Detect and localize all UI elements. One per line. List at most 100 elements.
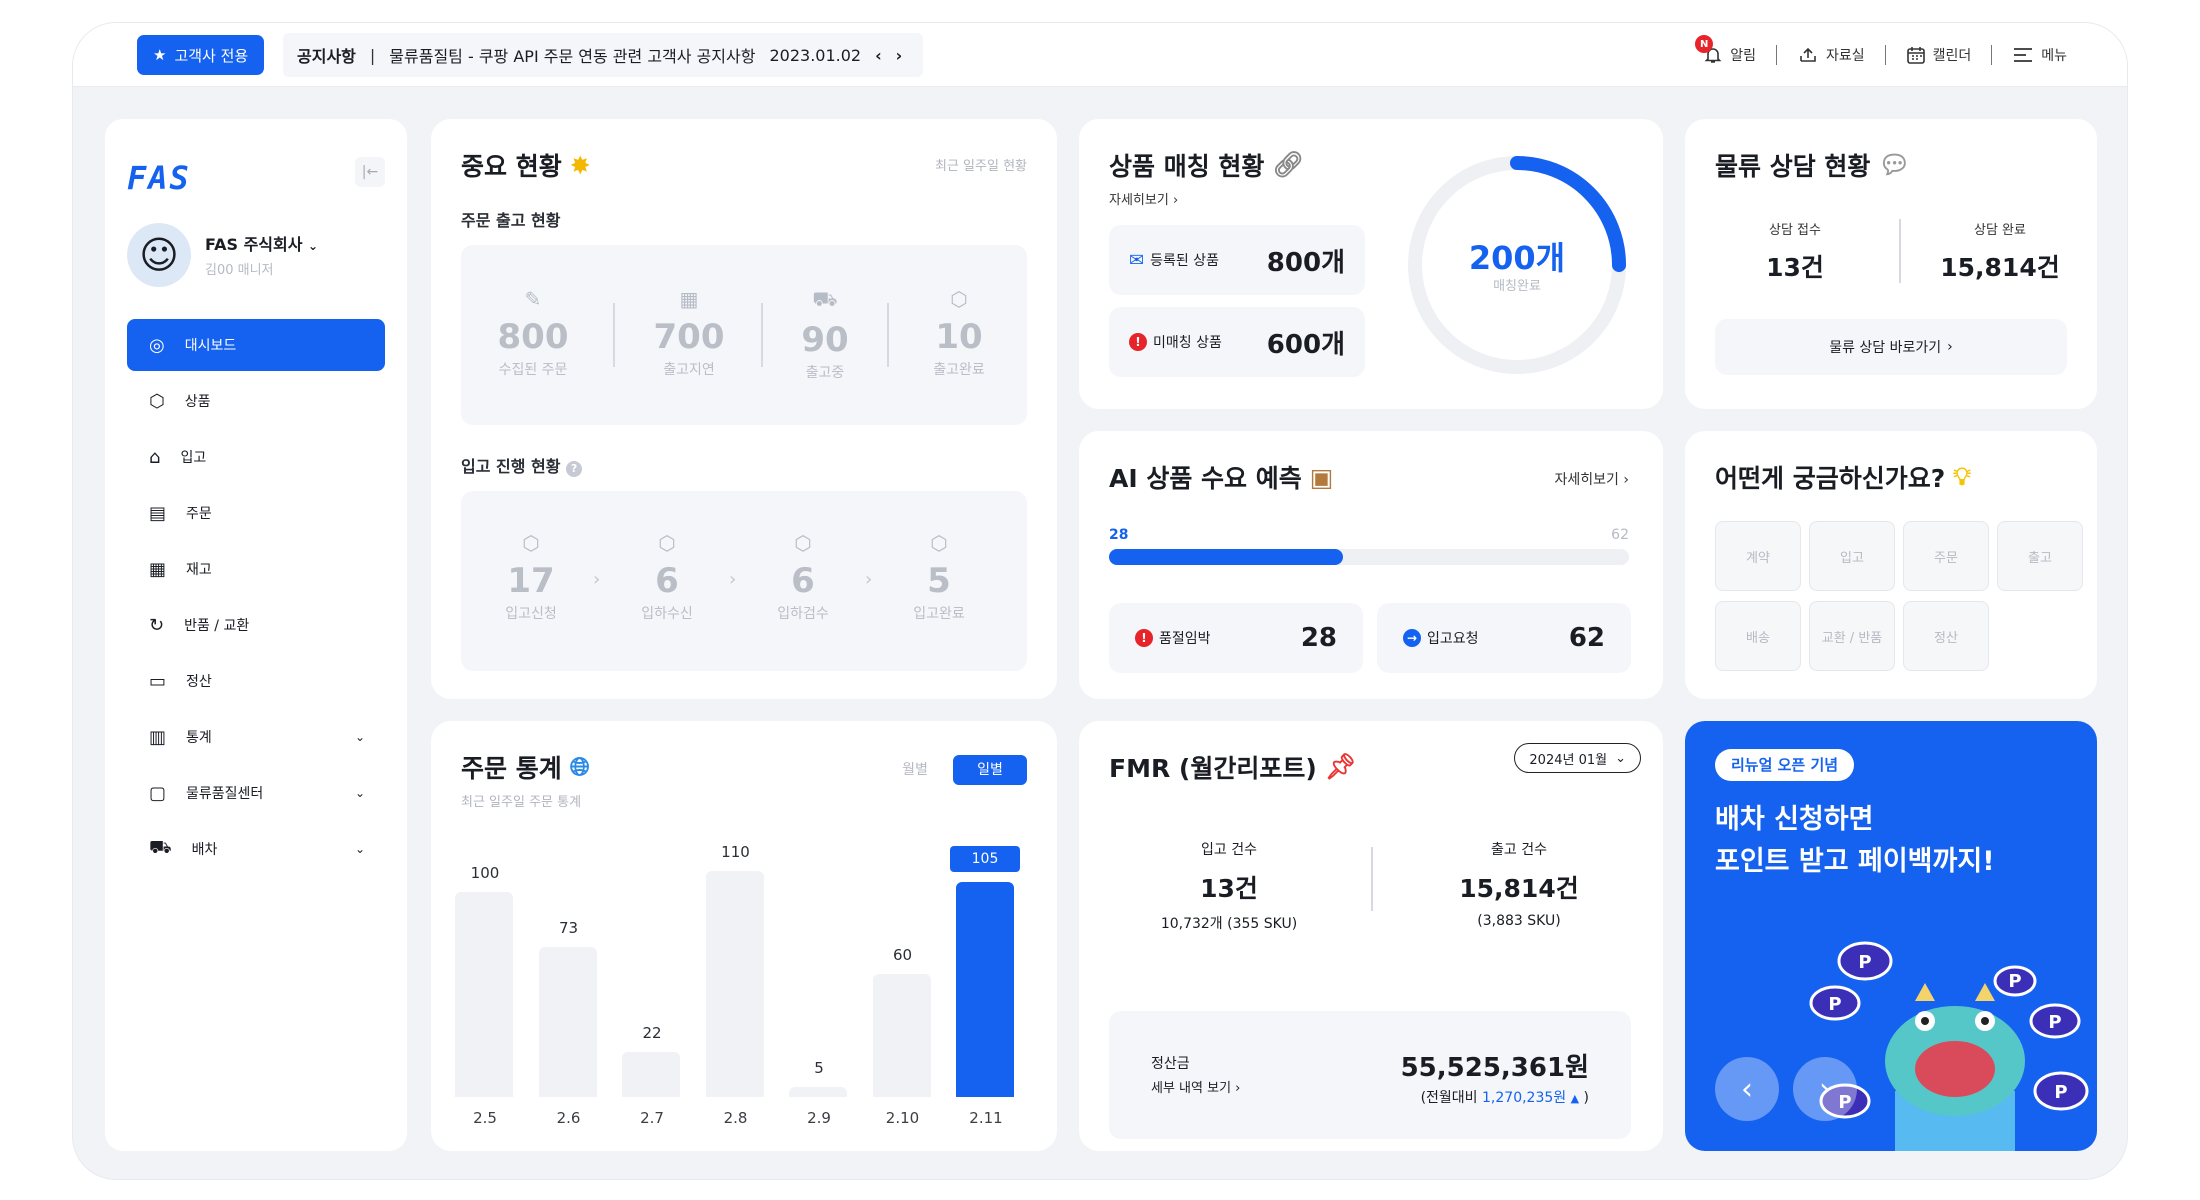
sidebar-item-products[interactable]: ⬡ 상품 bbox=[127, 375, 385, 427]
faq-button-settlement[interactable]: 정산 bbox=[1903, 601, 1989, 671]
consult-received: 상담 접수 13건 bbox=[1766, 223, 1824, 282]
chart-bar[interactable] bbox=[622, 1051, 680, 1097]
ai-bar-left: 28 bbox=[1109, 527, 1129, 543]
sidebar-item-label: 통계 bbox=[186, 730, 212, 746]
unmatched-products[interactable]: ! 미매칭 상품 600개 bbox=[1109, 307, 1365, 377]
chat-icon: ▢ bbox=[149, 782, 167, 804]
matching-detail-link[interactable]: 자세히보기 › bbox=[1109, 189, 1178, 208]
consult-done: 상담 완료 15,814건 bbox=[1940, 223, 2060, 282]
upload-cloud-icon bbox=[1800, 47, 1816, 62]
consult-link-button[interactable]: 물류 상담 바로가기 › bbox=[1715, 319, 2067, 375]
promo-prev-button[interactable]: ‹ bbox=[1715, 1057, 1779, 1121]
promo-banner[interactable]: 리뉴얼 오픈 기념 배차 신청하면 포인트 받고 페이백까지! PPPPPP ‹ … bbox=[1685, 721, 2097, 1151]
product-matching-card: 상품 매칭 현황 🔗︎ 자세히보기 › ✉ 등록된 상품 800개 ! 미매칭 상품 … bbox=[1079, 119, 1663, 409]
faq-button-order[interactable]: 주문 bbox=[1903, 521, 1989, 591]
stat-shipped[interactable]: ⬡ 10 출고완료 bbox=[909, 287, 1009, 379]
matching-title: 상품 매칭 현황 🔗︎ bbox=[1109, 150, 1305, 181]
stat-delayed[interactable]: ▦ 700 출고지연 bbox=[639, 287, 739, 379]
svg-text:P: P bbox=[1858, 952, 1871, 973]
chart-bar[interactable] bbox=[705, 871, 764, 1097]
settle-detail-link[interactable]: 세부 내역 보기 › bbox=[1151, 1077, 1240, 1096]
registered-products[interactable]: ✉ 등록된 상품 800개 bbox=[1109, 225, 1365, 295]
sidebar-item-dispatch[interactable]: ⛟ 배차 ⌄ bbox=[127, 823, 385, 875]
chevron-down-icon: ⌄ bbox=[354, 786, 365, 800]
stat-inbound-received[interactable]: ⬡ 6 입하수신 bbox=[617, 531, 717, 623]
company-selector[interactable]: FAS 주식회사 ⌄ bbox=[205, 231, 318, 255]
faq-button-shipping[interactable]: 출고 bbox=[1997, 521, 2083, 591]
faq-button-contract[interactable]: 계약 bbox=[1715, 521, 1801, 591]
divider bbox=[1371, 847, 1373, 911]
important-period: 최근 일주일 현황 bbox=[935, 159, 1027, 174]
receipt-icon: ▤ bbox=[149, 502, 167, 524]
sidebar-item-orders[interactable]: ▤ 주문 bbox=[127, 487, 385, 539]
box-check-icon: ⬡ bbox=[950, 287, 968, 311]
faq-button-delivery[interactable]: 배송 bbox=[1715, 601, 1801, 671]
sidebar-item-dashboard[interactable]: ◎ 대시보드 bbox=[127, 319, 385, 371]
chevron-right-icon: › bbox=[593, 569, 601, 590]
box-icon: ⬡ bbox=[930, 531, 948, 555]
exchange-icon: ↻ bbox=[149, 614, 165, 636]
question-icon[interactable]: ? bbox=[566, 461, 583, 477]
ring-value: 200개 bbox=[1468, 239, 1566, 277]
customer-only-badge[interactable]: ★ 고객사 전용 bbox=[137, 35, 265, 75]
card-icon: ▭ bbox=[149, 670, 167, 692]
divider bbox=[761, 303, 763, 367]
promo-badge: 리뉴얼 오픈 기념 bbox=[1715, 749, 1855, 781]
sidebar-item-label: 상품 bbox=[184, 394, 211, 410]
sidebar-item-label: 배차 bbox=[191, 842, 218, 858]
chart-x-tick-label: 2.5 bbox=[473, 1109, 497, 1127]
chart-x-tick-label: 2.7 bbox=[640, 1109, 664, 1127]
calendar-label: 캘린더 bbox=[1932, 48, 1972, 64]
archive-button[interactable]: 자료실 bbox=[1797, 45, 1865, 65]
month-selector[interactable]: 2024년 01월 ⌄ bbox=[1514, 743, 1641, 773]
notice-text[interactable]: 물류품질팀 - 쿠팡 API 주문 연동 관련 고객사 공지사항 bbox=[389, 43, 755, 67]
svg-text:P: P bbox=[2048, 1012, 2061, 1033]
chart-x-tick-label: 2.8 bbox=[723, 1109, 748, 1127]
stat-shipping[interactable]: ⛟ 90 출고중 bbox=[775, 287, 875, 382]
sidebar-nav: ◎ 대시보드 ⬡ 상품 ⌂ 입고 ▤ 주문 ▦ 재고 ↻ 반품 / 교환 ▭ 정산 ▥ 통계 ⌄ … bbox=[127, 319, 385, 879]
faq-button-exchange[interactable]: 교환 / 반품 bbox=[1809, 601, 1895, 671]
sidebar-item-inventory[interactable]: ▦ 재고 bbox=[127, 543, 385, 595]
ring-label: 매칭완료 bbox=[1493, 279, 1541, 294]
sidebar-item-statistics[interactable]: ▥ 통계 ⌄ bbox=[127, 711, 385, 763]
stat-inbound-request[interactable]: ⬡ 17 입고신청 bbox=[481, 531, 581, 623]
chart-bar[interactable] bbox=[789, 1086, 847, 1097]
alarm-label: 알림 bbox=[1730, 48, 1756, 64]
promo-next-button[interactable]: › bbox=[1793, 1057, 1857, 1121]
sidebar-collapse-icon[interactable]: |← bbox=[355, 157, 385, 187]
ai-progress-fill bbox=[1109, 549, 1343, 565]
stat-inbound-complete[interactable]: ⬡ 5 입고완료 bbox=[889, 531, 989, 623]
chevron-right-icon[interactable]: › bbox=[896, 46, 903, 65]
speech-bubble-icon: 💬︎ bbox=[1878, 150, 1911, 179]
stat-collected[interactable]: ✎ 800 수집된 주문 bbox=[483, 287, 583, 379]
chart-bar[interactable] bbox=[538, 947, 597, 1097]
menu-button[interactable]: 메뉴 bbox=[2012, 45, 2067, 65]
sidebar-item-settlement[interactable]: ▭ 정산 bbox=[127, 655, 385, 707]
chart-value-label: 5 bbox=[814, 1058, 824, 1077]
box-icon: ⬡ bbox=[658, 531, 676, 555]
chart-bar[interactable] bbox=[455, 891, 513, 1097]
sidebar: FAS |← ☺ FAS 주식회사 ⌄ 김00 매니저 ◎ 대시보드 ⬡ 상품 ⌂ 입… bbox=[105, 119, 407, 1151]
arrow-right-circle-icon: → bbox=[1403, 629, 1421, 647]
chart-value-label: 100 bbox=[470, 863, 500, 882]
chart-bar[interactable] bbox=[872, 973, 931, 1097]
chevron-left-icon: ‹ bbox=[1741, 1071, 1753, 1107]
notice-bar[interactable]: 공지사항 | 물류품질팀 - 쿠팡 API 주문 연동 관련 고객사 공지사항 … bbox=[283, 33, 923, 77]
inbound-request[interactable]: → 입고요청 62 bbox=[1377, 603, 1631, 673]
chart-bar[interactable] bbox=[956, 881, 1014, 1097]
chevron-left-icon[interactable]: ‹ bbox=[875, 46, 882, 65]
settle-compare: (전월대비 1,270,235원 ▲ ) bbox=[1420, 1090, 1589, 1106]
calendar-button[interactable]: 캘린더 bbox=[1906, 45, 1972, 65]
ai-detail-link[interactable]: 자세히보기 › bbox=[1555, 469, 1629, 489]
globe-icon: ◎ bbox=[149, 334, 165, 356]
stat-inbound-inspect[interactable]: ⬡ 6 입하검수 bbox=[753, 531, 853, 623]
sidebar-item-inbound[interactable]: ⌂ 입고 bbox=[127, 431, 385, 483]
faq-button-inbound[interactable]: 입고 bbox=[1809, 521, 1895, 591]
fas-logo[interactable]: FAS bbox=[127, 159, 191, 197]
sidebar-item-returns[interactable]: ↻ 반품 / 교환 bbox=[127, 599, 385, 651]
divider bbox=[1884, 45, 1886, 65]
soldout-soon[interactable]: ! 품절임박 28 bbox=[1109, 603, 1363, 673]
sidebar-item-quality-center[interactable]: ▢ 물류품질센터 ⌄ bbox=[127, 767, 385, 819]
alarm-button[interactable]: N 알림 bbox=[1695, 35, 1756, 65]
chevron-right-icon: › bbox=[1947, 339, 1953, 355]
